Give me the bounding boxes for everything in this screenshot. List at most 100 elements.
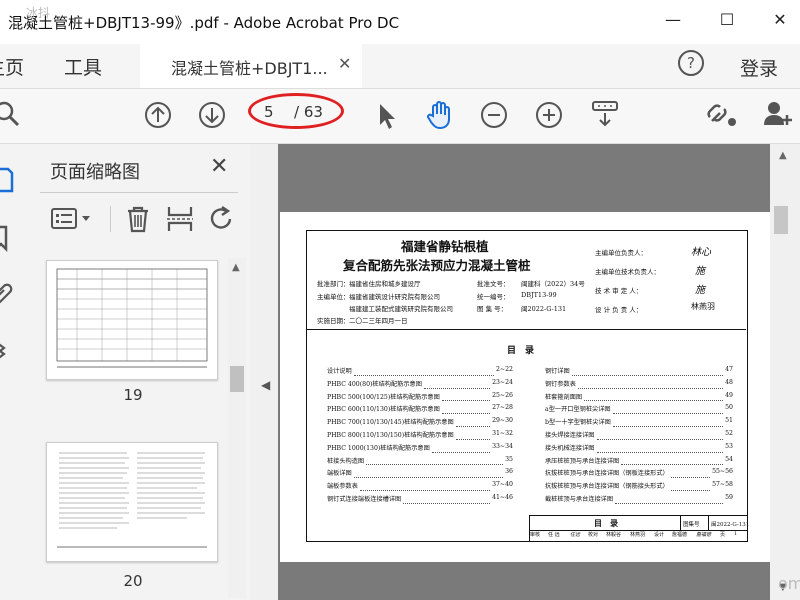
doc-no-label: 批准文号： bbox=[477, 280, 510, 288]
toc-item[interactable]: 抗拔桩桩顶与承台连接详图（钢板连接形式） 55~56 bbox=[545, 468, 733, 481]
watermark-logo: 冰抖 bbox=[26, 6, 51, 20]
unified-no: DBJT13-99 bbox=[521, 291, 557, 299]
close-window-button[interactable]: ✕ bbox=[765, 10, 795, 29]
scroll-up-icon[interactable]: ▲ bbox=[232, 262, 240, 273]
toc-item[interactable]: a型一开口型钢桩尖详图 50 bbox=[545, 404, 733, 417]
toc-item[interactable]: PHBC 600(110/130)桩结构配筋示意图 27~28 bbox=[327, 404, 513, 417]
toc-item[interactable]: 接头机械连接详图 53 bbox=[545, 443, 733, 456]
scroll-mode-icon[interactable] bbox=[590, 99, 620, 131]
title-block: 目 录 图集号 闽2022-G-131 审核 任 远 任远 校对 林毅谷 林燕羽… bbox=[529, 515, 749, 541]
toc-item[interactable]: 钢钉参数表 48 bbox=[545, 379, 733, 392]
tools-menu[interactable]: 工具 bbox=[64, 53, 102, 80]
toc-item[interactable]: PHBC 1000(130)桩结构配筋示意图 33~34 bbox=[327, 443, 513, 456]
toc-item[interactable]: 端板详图 36 bbox=[327, 468, 513, 481]
title-bar: 混凝土管桩+DBJT13-99》.pdf - Adobe Acrobat Pro… bbox=[0, 0, 800, 44]
toc-item[interactable]: PHBC 800(110/130/150)桩结构配筋示意图 31~32 bbox=[327, 430, 513, 443]
toc-item[interactable]: PHBC 400(80)桩结构配筋示意图 23~24 bbox=[327, 379, 513, 392]
next-page-icon[interactable] bbox=[198, 101, 226, 129]
toc-left-column: 设计说明 2~22 PHBC 400(80)桩结构配筋示意图 23~24 PHBC … bbox=[327, 366, 513, 507]
editor: 福建省建筑设计研究院有限公司 bbox=[349, 293, 440, 301]
atlas-no: 闽2022-G-131 bbox=[521, 305, 567, 313]
add-user-icon[interactable] bbox=[762, 99, 794, 129]
scroll-up-icon[interactable]: ▲ bbox=[779, 150, 787, 161]
atlas-no-label: 图 集 号： bbox=[477, 305, 508, 313]
panel-collapse-handle[interactable]: ◀ bbox=[254, 144, 278, 600]
extract-pages-icon[interactable] bbox=[166, 204, 194, 234]
attachments-panel-icon[interactable] bbox=[0, 280, 16, 306]
window-title: 混凝土管桩+DBJT13-99》.pdf - Adobe Acrobat Pro… bbox=[8, 14, 400, 32]
red-highlight-oval bbox=[248, 93, 344, 129]
thumbnail-table-preview bbox=[56, 268, 208, 368]
signature: 林燕羽 bbox=[691, 302, 715, 311]
collapse-arrow-icon[interactable]: ◀ bbox=[261, 378, 270, 392]
select-cursor-icon[interactable] bbox=[374, 101, 398, 131]
doc-no: 闽建科（2022）34号 bbox=[521, 280, 585, 288]
title-block-name: 目 录 bbox=[594, 518, 618, 528]
person-label: 技 术 审 定 人： bbox=[595, 287, 643, 295]
document-tab-label: 混凝土管桩+DBJT1... bbox=[171, 59, 328, 78]
share-link-icon[interactable] bbox=[706, 101, 740, 129]
maximize-button[interactable]: ☐ bbox=[712, 10, 742, 29]
toc-item[interactable]: 钢钉详图 47 bbox=[545, 366, 733, 379]
document-tab[interactable]: 混凝土管桩+DBJT1... ✕ bbox=[140, 44, 362, 88]
toc-item[interactable]: 接头焊接连接详图 52 bbox=[545, 430, 733, 443]
rotate-icon[interactable] bbox=[208, 204, 236, 234]
signature: 施 bbox=[695, 266, 705, 277]
date-label: 实施日期： bbox=[317, 317, 350, 325]
thumbnail-scrollbar[interactable]: ▲ bbox=[228, 258, 246, 598]
title-block-atlas-label: 图集号 bbox=[683, 522, 700, 528]
toc-title: 目 录 bbox=[507, 346, 535, 356]
footer-watermark: om bbox=[778, 574, 800, 593]
toolbar: 5 / 63 bbox=[0, 89, 800, 144]
zoom-out-icon[interactable] bbox=[480, 101, 508, 129]
bookmarks-panel-icon[interactable] bbox=[0, 224, 16, 252]
person-label: 主编单位技术负责人： bbox=[595, 268, 660, 276]
thumbnails-panel-icon[interactable] bbox=[0, 166, 16, 194]
toc-item[interactable]: PHBC 500(100/125)桩结构配筋示意图 25~26 bbox=[327, 392, 513, 405]
delete-icon[interactable] bbox=[124, 204, 152, 234]
document-scrollbar[interactable]: ▲ ▼ bbox=[770, 144, 800, 600]
toc-item[interactable]: 设计说明 2~22 bbox=[327, 366, 513, 379]
hand-tool-icon[interactable] bbox=[424, 99, 456, 131]
thumbnail-page-number: 19 bbox=[123, 386, 143, 404]
help-icon[interactable]: ? bbox=[678, 50, 704, 76]
search-icon[interactable] bbox=[0, 99, 26, 129]
toc-item[interactable]: 钢钉式连接端板连接槽详图 41~46 bbox=[327, 494, 513, 507]
previous-page-icon[interactable] bbox=[144, 101, 172, 129]
divider bbox=[708, 516, 709, 530]
left-tool-strip bbox=[0, 144, 29, 600]
close-panel-icon[interactable]: ✕ bbox=[210, 154, 228, 179]
home-menu[interactable]: 主页 bbox=[0, 53, 24, 80]
panel-title: 页面缩略图 bbox=[50, 162, 140, 183]
close-tab-icon[interactable]: ✕ bbox=[338, 54, 351, 73]
toc-item[interactable]: 截桩桩顶与承台连接详图 59 bbox=[545, 494, 733, 507]
login-button[interactable]: 登录 bbox=[740, 54, 778, 81]
person-label: 设 计 负 责 人： bbox=[595, 306, 643, 314]
editor-label: 主编单位： bbox=[317, 293, 350, 301]
title-block-row: 审核 任 远 任远 校对 林毅谷 林燕羽 设计 詹福德 詹福德 页 1 bbox=[530, 531, 738, 538]
scroll-thumb[interactable] bbox=[230, 366, 244, 392]
page-thumbnail[interactable] bbox=[46, 260, 218, 380]
options-menu-icon[interactable] bbox=[50, 206, 96, 232]
page-thumbnail[interactable] bbox=[46, 442, 218, 562]
signature: 林心 bbox=[691, 247, 711, 258]
divider bbox=[110, 206, 111, 232]
drawing-frame: 福建省静钻根植 复合配筋先张法预应力混凝土管桩 批准部门： 福建省住房和城乡建设… bbox=[306, 230, 749, 542]
minimize-button[interactable]: — bbox=[658, 10, 688, 29]
zoom-in-icon[interactable] bbox=[535, 101, 563, 129]
divider bbox=[680, 516, 681, 530]
toc-item[interactable]: 桩套箍剖面图 49 bbox=[545, 392, 733, 405]
menu-bar: 主页 工具 ? 登录 bbox=[0, 44, 800, 89]
page-number-box[interactable]: 5 / 63 bbox=[248, 93, 344, 129]
toc-item[interactable]: PHBC 700(110/130/145)桩结构配筋示意图 29~30 bbox=[327, 417, 513, 430]
toc-item[interactable]: 承压桩桩顶与承台连接详图 54 bbox=[545, 456, 733, 469]
scroll-thumb[interactable] bbox=[774, 206, 788, 234]
layers-panel-icon[interactable] bbox=[0, 336, 16, 364]
toc-item[interactable]: 抗拔桩桩顶与承台连接详图（钢筋接头形式） 57~58 bbox=[545, 481, 733, 494]
approval-dept-label: 批准部门： bbox=[317, 280, 350, 288]
doc-title-line2: 复合配筋先张法预应力混凝土管桩 bbox=[343, 258, 531, 273]
date: 二〇二三年四月一日 bbox=[349, 317, 408, 325]
toc-item[interactable]: b型一十字型钢桩尖详图 51 bbox=[545, 417, 733, 430]
toc-item[interactable]: 端板参数表 37~40 bbox=[327, 481, 513, 494]
toc-item[interactable]: 桩接头构造图 35 bbox=[327, 456, 513, 469]
